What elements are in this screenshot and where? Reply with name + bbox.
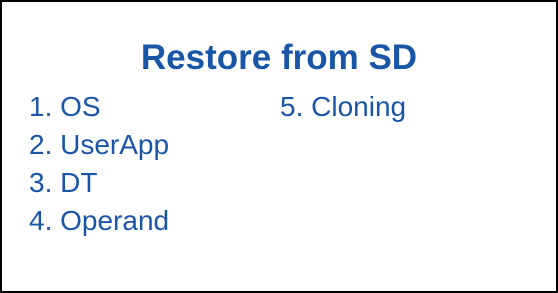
menu-item-dt[interactable]: 3. DT bbox=[29, 164, 169, 202]
menu-column-left: 1. OS 2. UserApp 3. DT 4. Operand bbox=[29, 88, 169, 240]
menu-item-os[interactable]: 1. OS bbox=[29, 88, 169, 126]
menu-item-userapp[interactable]: 2. UserApp bbox=[29, 126, 169, 164]
menu-item-operand[interactable]: 4. Operand bbox=[29, 202, 169, 240]
menu-item-cloning[interactable]: 5. Cloning bbox=[280, 88, 406, 126]
screen-title: Restore from SD bbox=[140, 38, 418, 77]
menu-column-right: 5. Cloning bbox=[280, 88, 406, 126]
restore-screen: Restore from SD 1. OS 2. UserApp 3. DT 4… bbox=[0, 0, 558, 293]
